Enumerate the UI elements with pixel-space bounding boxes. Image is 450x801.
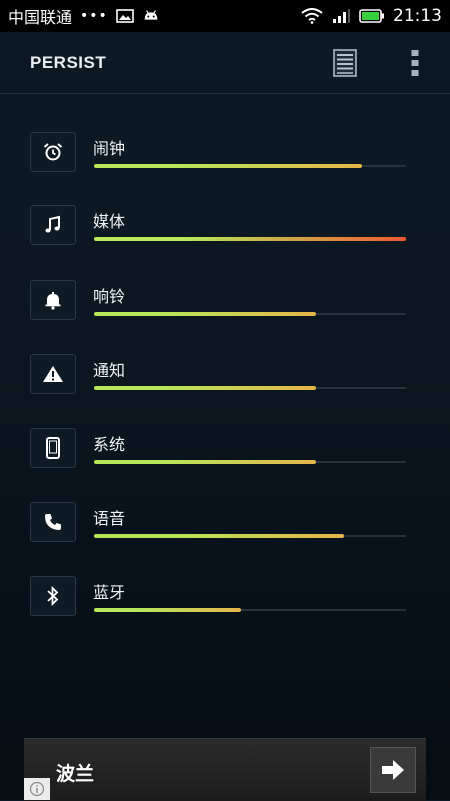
volume-row-bluetooth: 蓝牙 [30, 576, 420, 636]
volume-fill-ringer [94, 312, 316, 316]
volume-fill-system [94, 460, 316, 464]
volume-fill-voice [94, 534, 344, 538]
status-time: 21:13 [393, 6, 442, 26]
volume-slider-bluetooth[interactable] [94, 608, 406, 612]
ad-info-button[interactable] [24, 778, 50, 800]
status-bar-right: 21:13 [301, 6, 442, 26]
volume-label-system: 系统 [93, 435, 126, 454]
go-button[interactable] [370, 747, 416, 793]
ringer-icon-button[interactable] [30, 280, 76, 320]
location-bar: 波兰 [24, 738, 426, 801]
volume-slider-ringer[interactable] [94, 312, 406, 316]
volume-label-notification: 通知 [93, 361, 126, 380]
volume-row-media: 媒体 [30, 205, 420, 265]
volume-slider-voice[interactable] [94, 534, 406, 538]
volume-fill-alarm [94, 164, 363, 168]
volume-label-bluetooth: 蓝牙 [93, 583, 126, 602]
battery-icon [359, 9, 384, 23]
info-icon [29, 781, 45, 797]
volume-slider-media[interactable] [94, 237, 406, 241]
android-icon [144, 10, 158, 20]
volume-row-system: 系统 [30, 428, 420, 488]
list-icon[interactable] [333, 49, 357, 77]
phone-handset-icon [45, 514, 61, 530]
music-note-icon [45, 215, 60, 233]
alarm-icon-button[interactable] [30, 132, 76, 172]
more-vertical-icon[interactable] [408, 48, 422, 78]
wifi-icon [301, 8, 323, 24]
volume-row-alarm: 闹钟 [30, 132, 420, 192]
volume-slider-notification[interactable] [94, 386, 406, 390]
volume-label-voice: 语音 [93, 509, 126, 528]
notification-icon-button[interactable] [30, 354, 76, 394]
volume-label-media: 媒体 [93, 212, 126, 231]
volume-slider-system[interactable] [94, 460, 406, 464]
app-title: PERSIST [30, 52, 107, 72]
carrier-name: 中国联通 [8, 8, 73, 27]
volume-row-ringer: 响铃 [30, 280, 420, 340]
volume-label-alarm: 闹钟 [93, 139, 126, 158]
warning-icon [43, 366, 63, 382]
volume-fill-notification [94, 386, 316, 390]
action-bar: PERSIST [0, 32, 450, 94]
volume-row-notification: 通知 [30, 354, 420, 414]
volume-slider-alarm[interactable] [94, 164, 406, 168]
system-icon-button[interactable] [30, 428, 76, 468]
alarm-clock-icon [43, 143, 63, 161]
phone-device-icon [46, 437, 60, 459]
location-label: 波兰 [56, 763, 95, 785]
status-bar: 中国联通 ••• 21:13 [0, 0, 450, 32]
bluetooth-icon [47, 585, 59, 607]
arrow-right-icon [382, 760, 404, 780]
bell-icon [45, 292, 61, 310]
volume-fill-bluetooth [94, 608, 241, 612]
signal-icon [333, 9, 350, 23]
status-bar-left: 中国联通 ••• [8, 4, 160, 28]
volume-label-ringer: 响铃 [93, 287, 126, 306]
notification-dots: ••• [80, 8, 108, 24]
media-icon-button[interactable] [30, 205, 76, 245]
volume-row-voice: 语音 [30, 502, 420, 562]
voice-icon-button[interactable] [30, 502, 76, 542]
image-icon [115, 9, 134, 23]
volume-fill-media [94, 237, 406, 241]
bluetooth-icon-button[interactable] [30, 576, 76, 616]
